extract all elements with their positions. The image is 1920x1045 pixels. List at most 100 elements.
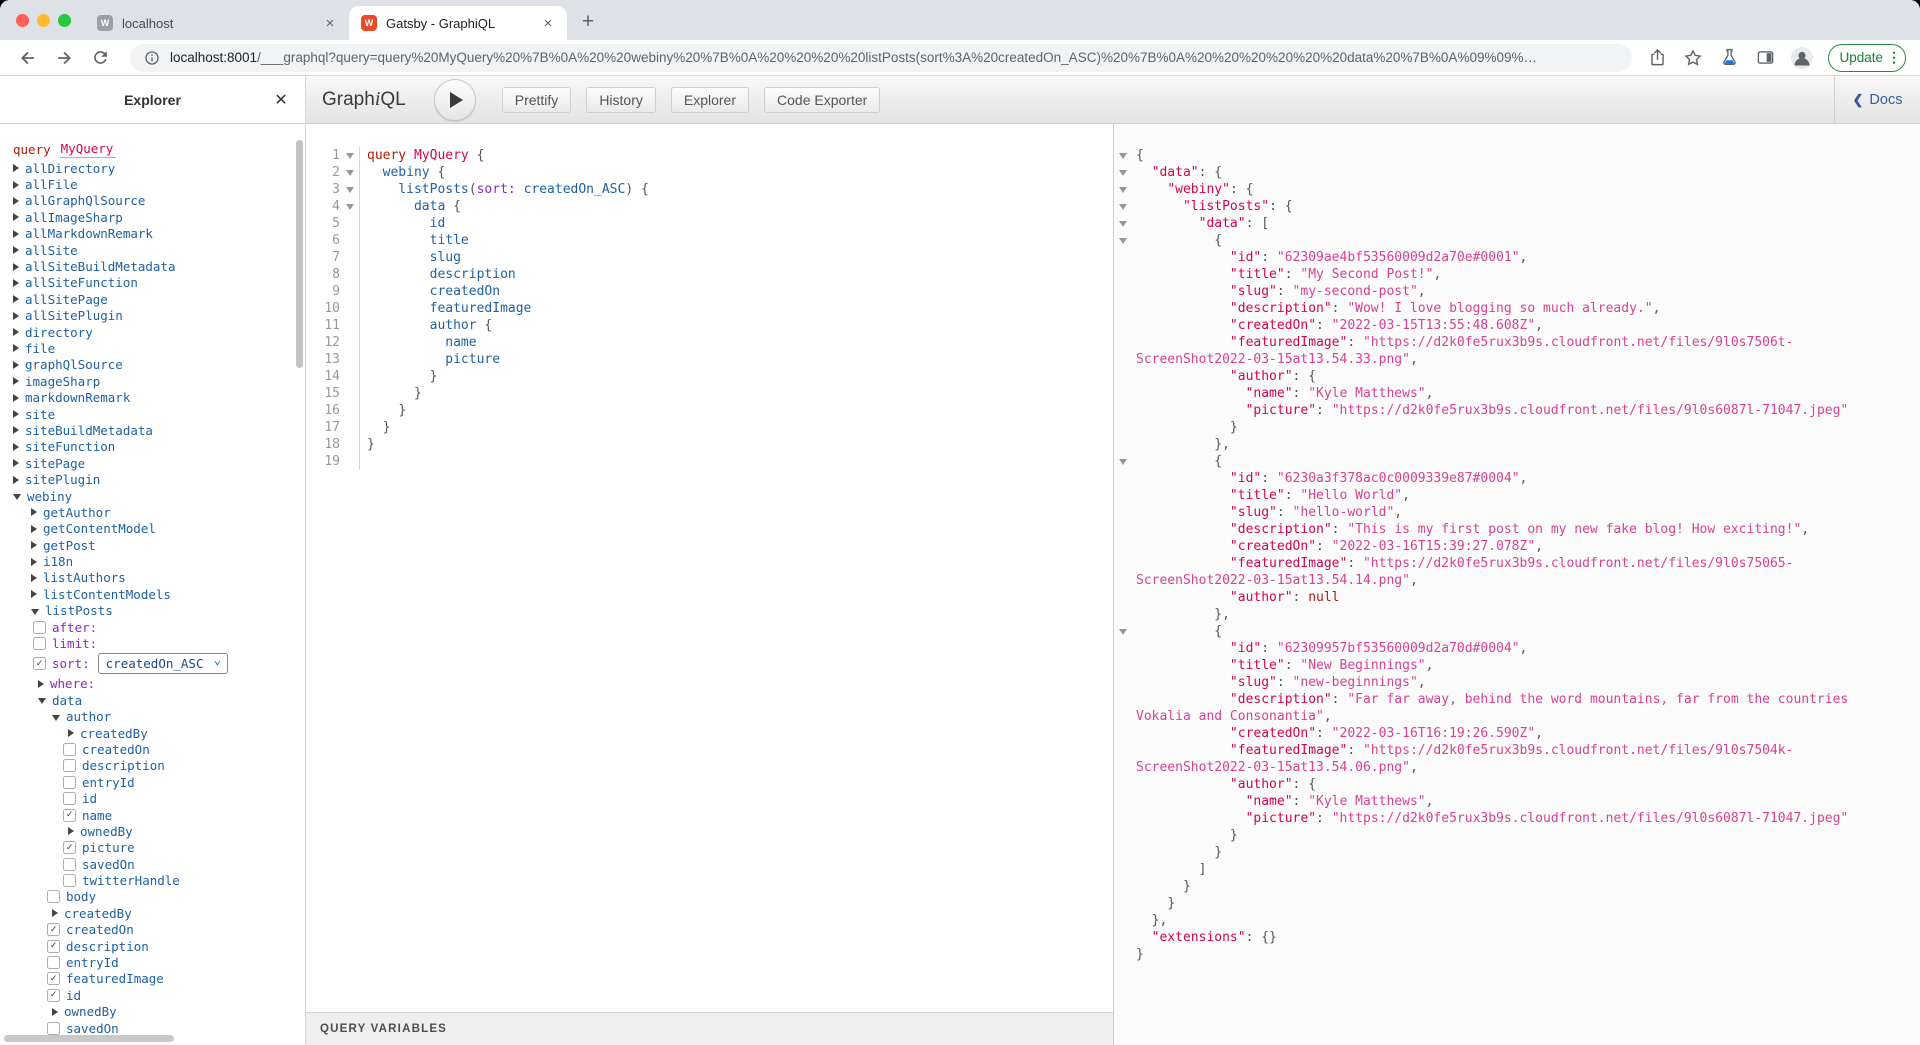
collapsed-arrow-icon[interactable] <box>13 361 19 369</box>
explorer-tree[interactable]: query MyQuery allDirectoryallFileallGrap… <box>0 124 305 1045</box>
fold-toggle-icon[interactable] <box>1119 238 1127 244</box>
collapsed-arrow-icon[interactable] <box>13 230 19 238</box>
explorer-node-listPosts[interactable]: listPosts <box>0 603 305 619</box>
fold-toggle-icon[interactable] <box>1119 221 1127 227</box>
field-checkbox[interactable] <box>63 776 76 789</box>
collapsed-arrow-icon[interactable] <box>13 181 19 189</box>
explorer-node-imageSharp[interactable]: imageSharp <box>0 373 305 389</box>
fold-toggle-icon[interactable] <box>346 204 354 210</box>
execute-query-button[interactable] <box>434 79 476 121</box>
collapsed-arrow-icon[interactable] <box>13 394 19 402</box>
explorer-horizontal-scrollbar[interactable] <box>4 1035 174 1042</box>
fold-toggle-icon[interactable] <box>346 153 354 159</box>
collapsed-arrow-icon[interactable] <box>31 525 37 533</box>
browser-tab-localhost[interactable]: Wlocalhost× <box>85 6 349 40</box>
explorer-node-allSite[interactable]: allSite <box>0 242 305 258</box>
response-panel[interactable]: { "data": { "webiny": { "listPosts": { "… <box>1113 124 1920 1045</box>
profile-avatar-icon[interactable] <box>1790 46 1814 70</box>
field-checkbox[interactable]: ✓ <box>47 923 60 936</box>
explorer-node-siteBuildMetadata[interactable]: siteBuildMetadata <box>0 422 305 438</box>
explorer-node-body[interactable]: body <box>0 889 305 905</box>
field-checkbox[interactable] <box>63 759 76 772</box>
fold-toggle-icon[interactable] <box>1119 187 1127 193</box>
field-checkbox[interactable]: ✓ <box>47 989 60 1002</box>
collapsed-arrow-icon[interactable] <box>13 279 19 287</box>
extension-flask-icon[interactable] <box>1718 44 1740 72</box>
explorer-node-listContentModels[interactable]: listContentModels <box>0 586 305 602</box>
query-name-input[interactable]: MyQuery <box>60 141 117 158</box>
explorer-node-name[interactable]: ✓name <box>0 807 305 823</box>
fold-toggle-icon[interactable] <box>1119 170 1127 176</box>
sort-select[interactable]: createdOn_ASC⌄ <box>98 653 229 674</box>
explorer-node-allSitePlugin[interactable]: allSitePlugin <box>0 308 305 324</box>
explorer-button[interactable]: Explorer <box>671 87 749 113</box>
explorer-node-getAuthor[interactable]: getAuthor <box>0 504 305 520</box>
field-checkbox[interactable] <box>63 792 76 805</box>
explorer-node-allGraphQlSource[interactable]: allGraphQlSource <box>0 193 305 209</box>
bookmark-star-icon[interactable] <box>1682 44 1704 72</box>
collapsed-arrow-icon[interactable] <box>13 476 19 484</box>
explorer-node-createdBy[interactable]: createdBy <box>0 725 305 741</box>
fold-toggle-icon[interactable] <box>1119 153 1127 159</box>
fold-toggle-icon[interactable] <box>1119 204 1127 210</box>
collapsed-arrow-icon[interactable] <box>38 680 44 688</box>
maximize-window-button[interactable] <box>58 14 71 27</box>
browser-tab-gatsby-graphiql[interactable]: WGatsby - GraphiQL× <box>349 6 567 40</box>
field-checkbox[interactable] <box>47 890 60 903</box>
collapsed-arrow-icon[interactable] <box>52 1008 58 1016</box>
close-window-button[interactable] <box>16 14 29 27</box>
collapsed-arrow-icon[interactable] <box>13 197 19 205</box>
field-checkbox[interactable] <box>63 858 76 871</box>
url-field[interactable]: localhost:8001/___graphql?query=query%20… <box>130 44 1632 72</box>
collapsed-arrow-icon[interactable] <box>31 541 37 549</box>
collapsed-arrow-icon[interactable] <box>13 426 19 434</box>
expanded-arrow-icon[interactable] <box>52 715 60 721</box>
explorer-node-site[interactable]: site <box>0 406 305 422</box>
explorer-node-allSiteFunction[interactable]: allSiteFunction <box>0 275 305 291</box>
reload-icon[interactable] <box>86 44 114 72</box>
collapsed-arrow-icon[interactable] <box>13 164 19 172</box>
share-icon[interactable] <box>1646 44 1668 72</box>
explorer-node-allImageSharp[interactable]: allImageSharp <box>0 209 305 225</box>
explorer-node-ownedBy[interactable]: ownedBy <box>0 823 305 839</box>
expanded-arrow-icon[interactable] <box>13 494 21 500</box>
forward-icon[interactable] <box>50 44 78 72</box>
collapsed-arrow-icon[interactable] <box>13 328 19 336</box>
new-tab-button[interactable]: + <box>573 7 603 37</box>
explorer-node-savedOn[interactable]: savedOn <box>0 1020 305 1036</box>
field-checkbox[interactable]: ✓ <box>47 940 60 953</box>
site-info-icon[interactable] <box>142 44 162 72</box>
tab-close-icon[interactable]: × <box>321 14 339 32</box>
explorer-close-icon[interactable]: ✕ <box>271 90 291 110</box>
code-exporter-button[interactable]: Code Exporter <box>764 87 880 113</box>
collapsed-arrow-icon[interactable] <box>31 590 37 598</box>
collapsed-arrow-icon[interactable] <box>68 729 74 737</box>
explorer-node-savedOn[interactable]: savedOn <box>0 856 305 872</box>
browser-menu-icon[interactable]: ⋮ <box>1887 49 1901 66</box>
explorer-node-allSitePage[interactable]: allSitePage <box>0 291 305 307</box>
field-checkbox[interactable] <box>33 621 46 634</box>
minimize-window-button[interactable] <box>37 14 50 27</box>
explorer-node-author[interactable]: author <box>0 709 305 725</box>
collapsed-arrow-icon[interactable] <box>52 909 58 917</box>
explorer-node-description[interactable]: description <box>0 758 305 774</box>
explorer-node-id[interactable]: id <box>0 790 305 806</box>
explorer-node-createdBy[interactable]: createdBy <box>0 905 305 921</box>
field-checkbox[interactable] <box>47 1022 60 1035</box>
explorer-node-createdOn[interactable]: createdOn <box>0 741 305 757</box>
collapsed-arrow-icon[interactable] <box>13 312 19 320</box>
field-checkbox[interactable]: ✓ <box>63 809 76 822</box>
collapsed-arrow-icon[interactable] <box>31 558 37 566</box>
explorer-node-allDirectory[interactable]: allDirectory <box>0 160 305 176</box>
fold-toggle-icon[interactable] <box>1119 459 1127 465</box>
collapsed-arrow-icon[interactable] <box>13 377 19 385</box>
explorer-node-twitterHandle[interactable]: twitterHandle <box>0 872 305 888</box>
collapsed-arrow-icon[interactable] <box>13 295 19 303</box>
chrome-update-button[interactable]: Update ⋮ <box>1828 44 1906 72</box>
explorer-node-sort[interactable]: ✓sort:createdOn_ASC⌄ <box>0 652 305 676</box>
explorer-vertical-scrollbar[interactable] <box>296 140 303 368</box>
explorer-node-getPost[interactable]: getPost <box>0 537 305 553</box>
explorer-node-entryId[interactable]: entryId <box>0 774 305 790</box>
tab-close-icon[interactable]: × <box>539 14 557 32</box>
query-editor[interactable]: 1query MyQuery {2 webiny {3 listPosts(so… <box>306 124 1113 1012</box>
